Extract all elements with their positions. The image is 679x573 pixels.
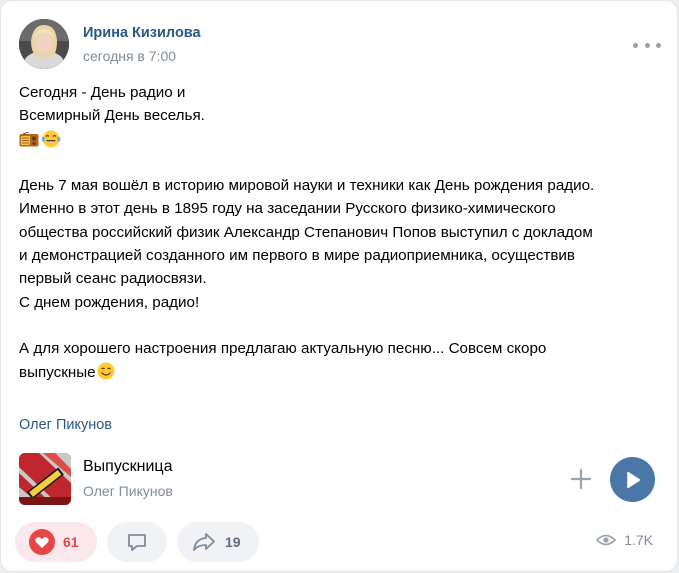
repost-author-link[interactable]: Олег Пикунов	[19, 417, 112, 433]
like-button[interactable]: 61	[15, 522, 97, 562]
emoji-row	[19, 128, 669, 151]
heart-icon	[29, 529, 55, 555]
post-text-line-last: выпускные	[19, 361, 669, 384]
post-text-line: А для хорошего настроения предлагаю акту…	[19, 340, 547, 358]
tears-of-joy-emoji-icon	[41, 130, 61, 148]
post-text-line: и демонстрацией созданного им первого в …	[19, 247, 575, 265]
comment-button[interactable]	[107, 522, 167, 562]
eye-icon	[596, 534, 617, 546]
comment-icon	[128, 534, 146, 551]
audio-attachment[interactable]: Выпускница Олег Пикунов	[19, 453, 655, 505]
post-text-line: День 7 мая вошёл в историю мировой науки…	[19, 177, 595, 195]
post-time[interactable]: сегодня в 7:00	[83, 48, 176, 64]
play-button[interactable]	[610, 457, 655, 502]
share-icon	[193, 533, 215, 551]
share-button[interactable]: 19	[177, 522, 259, 562]
post-text-line: Сегодня - День радио и	[19, 84, 186, 101]
post-text: Сегодня - День радио и Всемирный День ве…	[19, 81, 669, 384]
add-audio-icon[interactable]	[569, 467, 593, 491]
post-text-line: С днем рождения, радио!	[19, 293, 200, 311]
post-header: Ирина Кизилова сегодня в 7:00	[17, 19, 661, 71]
audio-artist[interactable]: Олег Пикунов	[83, 483, 173, 499]
share-count: 19	[225, 534, 241, 550]
smiling-emoji-icon	[97, 362, 115, 380]
post-text-line: Именно в этот день в 1895 году на заседа…	[19, 200, 556, 218]
post-text-line: Всемирный День веселья.	[19, 107, 205, 125]
post-actions: 61 19 1.7K	[15, 522, 653, 562]
radio-emoji-icon	[19, 131, 39, 147]
author-name[interactable]: Ирина Кизилова	[83, 25, 201, 41]
views-counter: 1.7K	[596, 532, 653, 548]
author-avatar[interactable]	[19, 19, 69, 69]
post-text-line: первый сеанс радиосвязи.	[19, 270, 207, 288]
audio-title[interactable]: Выпускница	[83, 458, 173, 476]
post-text-line: выпускные	[19, 363, 96, 381]
more-icon[interactable]	[633, 39, 661, 51]
post-card: Ирина Кизилова сегодня в 7:00 Сегодня - …	[0, 0, 678, 572]
post-text-line: общества российский физик Александр Степ…	[19, 223, 593, 241]
views-count: 1.7K	[624, 532, 653, 548]
audio-cover[interactable]	[19, 453, 71, 505]
like-count: 61	[63, 534, 79, 550]
play-icon	[626, 471, 640, 488]
